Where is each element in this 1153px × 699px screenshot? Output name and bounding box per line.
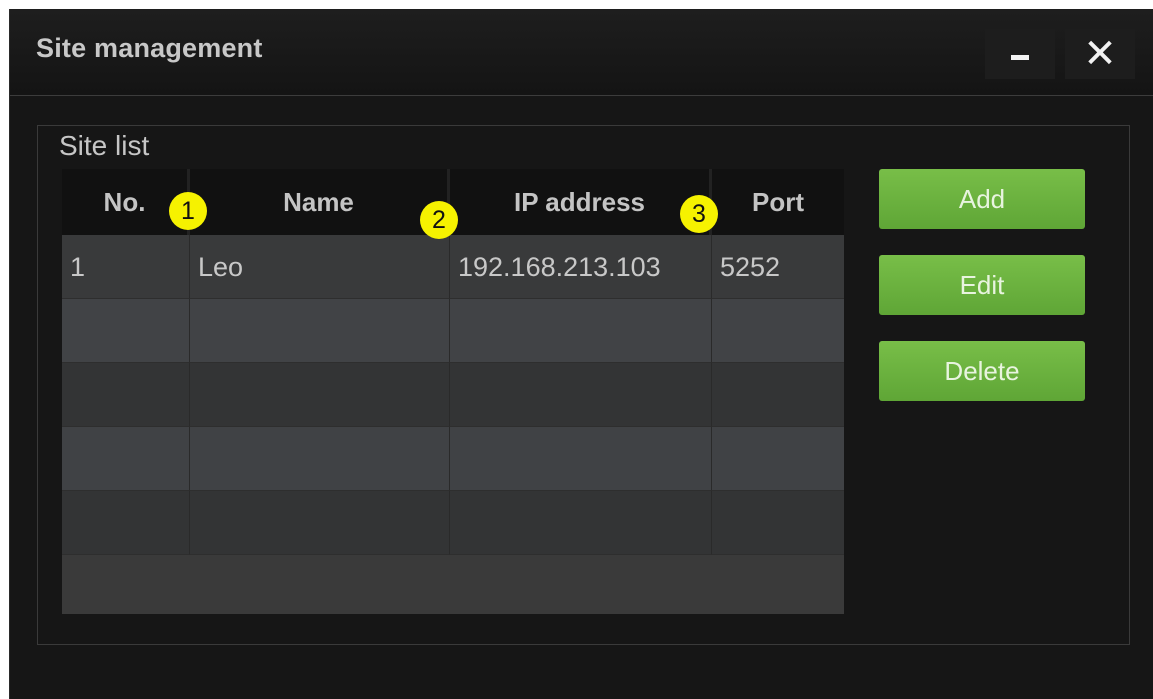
close-icon: ✕ — [1083, 31, 1117, 77]
callout-badge-1: 1 — [169, 192, 207, 230]
cell-port — [712, 491, 844, 555]
table-row[interactable] — [62, 491, 844, 555]
window-title: Site management — [36, 33, 263, 63]
site-management-window: Site management ✕ Site list No. Name IP … — [9, 9, 1153, 699]
minimize-button[interactable] — [985, 29, 1055, 79]
cell-name — [190, 299, 450, 363]
table-row[interactable] — [62, 427, 844, 491]
site-table: No. Name IP address Port 1 Leo 192.168.2… — [62, 169, 844, 614]
cell-name — [190, 363, 450, 427]
cell-port — [712, 427, 844, 491]
cell-ip-address — [450, 363, 712, 427]
cell-port: 5252 — [712, 235, 844, 299]
table-row[interactable]: 1 Leo 192.168.213.103 5252 — [62, 235, 844, 299]
callout-badge-2: 2 — [420, 201, 458, 239]
cell-no: 1 — [62, 235, 190, 299]
cell-no — [62, 491, 190, 555]
column-header-port[interactable]: Port — [712, 169, 844, 235]
close-button[interactable]: ✕ — [1065, 29, 1135, 79]
cell-name — [190, 427, 450, 491]
table-row[interactable] — [62, 363, 844, 427]
edit-button[interactable]: Edit — [879, 255, 1085, 315]
cell-port — [712, 299, 844, 363]
column-header-ip-address[interactable]: IP address — [450, 169, 712, 235]
callout-badge-3: 3 — [680, 195, 718, 233]
cell-name — [190, 491, 450, 555]
title-bar[interactable]: Site management ✕ — [10, 9, 1153, 96]
add-button[interactable]: Add — [879, 169, 1085, 229]
table-row[interactable] — [62, 299, 844, 363]
delete-button[interactable]: Delete — [879, 341, 1085, 401]
cell-port — [712, 363, 844, 427]
cell-ip-address — [450, 427, 712, 491]
cell-no — [62, 363, 190, 427]
cell-ip-address — [450, 491, 712, 555]
cell-ip-address: 192.168.213.103 — [450, 235, 712, 299]
cell-no — [62, 299, 190, 363]
minimize-icon — [1011, 54, 1029, 60]
cell-name: Leo — [190, 235, 450, 299]
cell-ip-address — [450, 299, 712, 363]
site-list-label: Site list — [51, 129, 158, 163]
column-header-name[interactable]: Name — [190, 169, 450, 235]
cell-no — [62, 427, 190, 491]
